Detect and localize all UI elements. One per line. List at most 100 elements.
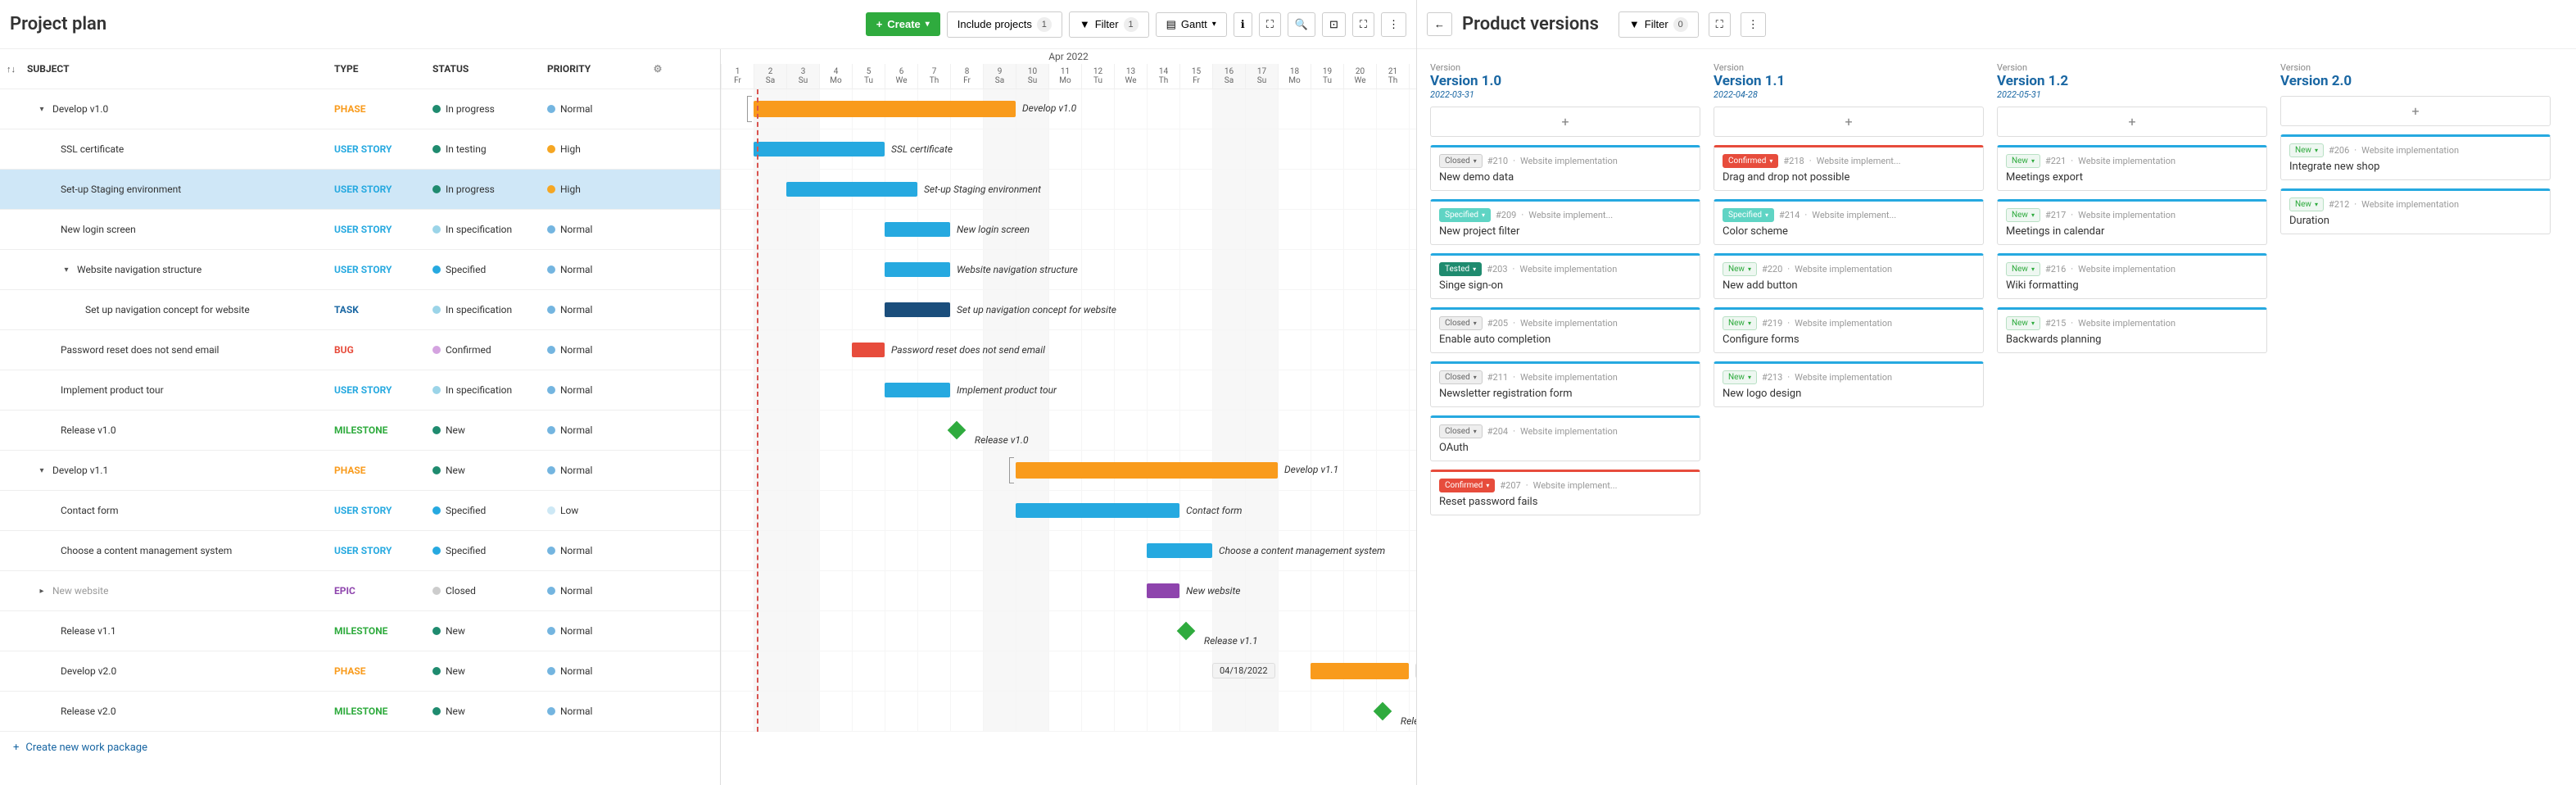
- more-menu-button[interactable]: ⋮: [1381, 12, 1406, 37]
- work-package-card[interactable]: Confirmed ▾#207·Website implement...Rese…: [1430, 470, 1700, 515]
- status-pill[interactable]: New ▾: [2006, 208, 2040, 222]
- gantt-row[interactable]: New website: [721, 571, 1416, 611]
- milestone-marker[interactable]: Release v1.1: [1177, 622, 1196, 641]
- gantt-bar[interactable]: Website navigation structure: [885, 262, 950, 277]
- table-row[interactable]: Release v1.0MILESTONENewNormal: [0, 411, 720, 451]
- table-row[interactable]: ▾Website navigation structureUSER STORYS…: [0, 250, 720, 290]
- versions-board[interactable]: VersionVersion 1.02022-03-31+Closed ▾#21…: [1417, 49, 2576, 785]
- gantt-bar[interactable]: [1311, 663, 1409, 679]
- column-type[interactable]: TYPE: [334, 63, 358, 75]
- gantt-bar[interactable]: Set up navigation concept for website: [885, 302, 950, 317]
- work-package-card[interactable]: New ▾#215·Website implementationBackward…: [1997, 307, 2267, 353]
- version-name[interactable]: Version 1.2: [1997, 73, 2267, 89]
- gantt-row[interactable]: Develop v1.1: [721, 451, 1416, 491]
- gantt-bar[interactable]: New login screen: [885, 222, 950, 237]
- gantt-bar[interactable]: New website: [1147, 583, 1179, 598]
- work-package-card[interactable]: Confirmed ▾#218·Website implement...Drag…: [1714, 145, 1984, 191]
- work-package-card[interactable]: New ▾#213·Website implementationNew logo…: [1714, 361, 1984, 407]
- status-pill[interactable]: Specified ▾: [1439, 208, 1491, 222]
- table-row[interactable]: Set-up Staging environmentUSER STORYIn p…: [0, 170, 720, 210]
- gantt-row[interactable]: New login screen: [721, 210, 1416, 250]
- gantt-bar[interactable]: Password reset does not send email: [852, 343, 885, 357]
- status-pill[interactable]: Closed ▾: [1439, 316, 1483, 330]
- table-row[interactable]: Set up navigation concept for websiteTAS…: [0, 290, 720, 330]
- table-row[interactable]: Contact formUSER STORYSpecifiedLow: [0, 491, 720, 531]
- gantt-bar[interactable]: SSL certificate: [754, 142, 885, 157]
- milestone-marker[interactable]: Release v1.0: [948, 421, 967, 440]
- milestone-marker[interactable]: Release v2.0: [1374, 702, 1392, 721]
- table-row[interactable]: Release v1.1MILESTONENewNormal: [0, 611, 720, 651]
- version-name[interactable]: Version 1.1: [1714, 73, 1984, 89]
- gantt-row[interactable]: Password reset does not send email: [721, 330, 1416, 370]
- table-row[interactable]: SSL certificateUSER STORYIn testingHigh: [0, 129, 720, 170]
- table-row[interactable]: ▾Develop v1.1PHASENewNormal: [0, 451, 720, 491]
- table-row[interactable]: Implement product tourUSER STORYIn speci…: [0, 370, 720, 411]
- work-package-card[interactable]: New ▾#221·Website implementationMeetings…: [1997, 145, 2267, 191]
- work-package-card[interactable]: New ▾#217·Website implementationMeetings…: [1997, 199, 2267, 245]
- gantt-row[interactable]: Release v2.0: [721, 692, 1416, 732]
- table-row[interactable]: ▸New websiteEPICClosedNormal: [0, 571, 720, 611]
- gantt-bar[interactable]: Develop v1.1: [1016, 462, 1278, 479]
- filter-button[interactable]: ▼ Filter 1: [1069, 11, 1149, 38]
- work-package-card[interactable]: Specified ▾#209·Website implement...New …: [1430, 199, 1700, 245]
- add-card-button[interactable]: +: [1997, 107, 2267, 137]
- table-row[interactable]: Choose a content management systemUSER S…: [0, 531, 720, 571]
- gantt-view-button[interactable]: ▤ Gantt ▾: [1156, 12, 1227, 37]
- status-pill[interactable]: New ▾: [2289, 143, 2324, 157]
- gantt-bar[interactable]: Choose a content management system: [1147, 543, 1212, 558]
- column-subject[interactable]: SUBJECT: [27, 63, 70, 75]
- status-pill[interactable]: New ▾: [1723, 370, 1757, 384]
- add-card-button[interactable]: +: [2280, 96, 2551, 126]
- status-pill[interactable]: Closed ▾: [1439, 424, 1483, 438]
- gantt-row[interactable]: Website navigation structure: [721, 250, 1416, 290]
- expand-icon[interactable]: ▸: [36, 587, 48, 596]
- version-name[interactable]: Version 2.0: [2280, 73, 2551, 89]
- table-row[interactable]: Release v2.0MILESTONENewNormal: [0, 692, 720, 732]
- gantt-row[interactable]: Develop v1.0: [721, 89, 1416, 129]
- fullscreen-button[interactable]: ⛶: [1352, 12, 1374, 37]
- status-pill[interactable]: New ▾: [2006, 316, 2040, 330]
- gantt-row[interactable]: Set up navigation concept for website: [721, 290, 1416, 330]
- gantt-row[interactable]: Contact form: [721, 491, 1416, 531]
- gantt-row[interactable]: Choose a content management system: [721, 531, 1416, 571]
- status-pill[interactable]: New ▾: [1723, 262, 1757, 276]
- status-pill[interactable]: Tested ▾: [1439, 262, 1482, 276]
- column-priority[interactable]: PRIORITY: [547, 63, 591, 75]
- status-pill[interactable]: New ▾: [1723, 316, 1757, 330]
- versions-fullscreen-button[interactable]: ⛶: [1709, 12, 1731, 37]
- table-row[interactable]: New login screenUSER STORYIn specificati…: [0, 210, 720, 250]
- sort-icon[interactable]: ↑↓: [7, 64, 16, 75]
- work-package-card[interactable]: New ▾#220·Website implementationNew add …: [1714, 253, 1984, 299]
- table-row[interactable]: Password reset does not send emailBUGCon…: [0, 330, 720, 370]
- gantt-bar[interactable]: Implement product tour: [885, 383, 950, 397]
- work-package-card[interactable]: New ▾#212·Website implementationDuration: [2280, 188, 2551, 234]
- gantt-row[interactable]: 04/18/202204/21/2022: [721, 651, 1416, 692]
- table-row[interactable]: Develop v2.0PHASENewNormal: [0, 651, 720, 692]
- zoom-out-button[interactable]: 🔍: [1288, 12, 1315, 37]
- gantt-bar[interactable]: Set-up Staging environment: [786, 182, 917, 197]
- status-pill[interactable]: Confirmed ▾: [1723, 154, 1778, 168]
- gantt-row[interactable]: Implement product tour: [721, 370, 1416, 411]
- status-pill[interactable]: New ▾: [2289, 197, 2324, 211]
- status-pill[interactable]: New ▾: [2006, 262, 2040, 276]
- info-button[interactable]: ℹ: [1234, 12, 1252, 37]
- work-package-card[interactable]: Tested ▾#203·Website implementationSinge…: [1430, 253, 1700, 299]
- versions-more-button[interactable]: ⋮: [1741, 12, 1766, 37]
- work-package-card[interactable]: Closed ▾#205·Website implementationEnabl…: [1430, 307, 1700, 353]
- gantt-row[interactable]: Release v1.0: [721, 411, 1416, 451]
- table-row[interactable]: ▾Develop v1.0PHASEIn progressNormal: [0, 89, 720, 129]
- create-button[interactable]: + Create ▾: [866, 12, 940, 36]
- work-package-card[interactable]: Closed ▾#211·Website implementationNewsl…: [1430, 361, 1700, 407]
- back-button[interactable]: ←: [1427, 12, 1452, 36]
- create-work-package-link[interactable]: + Create new work package: [0, 732, 720, 764]
- gantt-row[interactable]: Release v1.1: [721, 611, 1416, 651]
- work-package-card[interactable]: New ▾#219·Website implementationConfigur…: [1714, 307, 1984, 353]
- gantt-bar[interactable]: Contact form: [1016, 503, 1179, 518]
- collapse-icon[interactable]: ▾: [36, 105, 48, 114]
- status-pill[interactable]: Closed ▾: [1439, 154, 1483, 168]
- gantt-row[interactable]: Set-up Staging environment: [721, 170, 1416, 210]
- include-projects-button[interactable]: Include projects 1: [947, 11, 1062, 38]
- work-package-card[interactable]: New ▾#216·Website implementationWiki for…: [1997, 253, 2267, 299]
- gantt-row[interactable]: SSL certificate: [721, 129, 1416, 170]
- status-pill[interactable]: Confirmed ▾: [1439, 479, 1495, 492]
